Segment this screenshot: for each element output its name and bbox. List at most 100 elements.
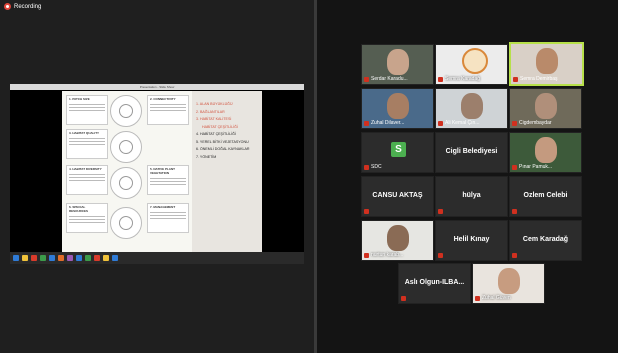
muted-mic-icon [512, 120, 517, 126]
slide-circle [110, 95, 142, 127]
slide-card: 1. PATCH SIZE [66, 95, 108, 125]
participant-video [497, 268, 520, 294]
slide-list-item: 7. YÖNETİM [196, 154, 217, 159]
organization-logo-icon [462, 48, 488, 74]
muted-indicator [512, 209, 517, 214]
participant-tile[interactable]: nurtun karab... [361, 220, 434, 261]
participant-name: Cigli Belediyesi [445, 148, 498, 155]
participant-video [386, 93, 409, 119]
shared-screen: Presentation - Slide Show 1. PATCH SIZE … [10, 84, 304, 264]
participant-name: Ali Kemal Çın... [438, 120, 479, 126]
participant-tile[interactable]: CANSU AKTAŞ [361, 176, 434, 217]
muted-indicator [401, 296, 406, 301]
participant-video [386, 225, 409, 251]
participant-tile[interactable]: Aslı Olgun-ILBA... [398, 263, 471, 304]
participant-video [535, 48, 558, 74]
muted-mic-icon [364, 209, 369, 214]
participant-tile[interactable]: hülya [435, 176, 508, 217]
slide-circle [110, 207, 142, 239]
slide-circle [110, 131, 142, 163]
participant-gallery: Serdar Karadu... Semra Karadağ Semra Dem… [317, 0, 618, 353]
slide-card: 2. CONNECTIVITY [147, 95, 189, 125]
muted-indicator [512, 253, 517, 258]
participant-tile[interactable]: Pınar Pamuk... [509, 132, 582, 173]
participant-tile[interactable]: Helil Kınay [435, 220, 508, 261]
participant-video [534, 137, 557, 163]
screen-share-area: Recording Presentation - Slide Show 1. P… [0, 0, 314, 353]
slide-card: 6. SPECIAL RESOURCES [66, 203, 108, 233]
app-icon[interactable] [112, 255, 118, 261]
participant-tile-active-speaker[interactable]: Semra Demirbaş [509, 42, 584, 86]
participant-tile[interactable]: Ali Kemal Çın... [435, 88, 508, 129]
taskbar [10, 252, 304, 264]
slide-list-item: 2. BAĞLANTILAR [196, 109, 225, 114]
participant-video [534, 93, 557, 119]
window-title: Presentation - Slide Show [10, 84, 304, 90]
participant-name: Pınar Pamuk... [512, 164, 552, 170]
participant-tile[interactable]: Zuhal Dilaver... [361, 88, 434, 129]
muted-mic-icon [512, 164, 517, 170]
muted-mic-icon [512, 209, 517, 214]
muted-mic-icon [364, 120, 369, 126]
muted-mic-icon [364, 164, 369, 170]
participant-video [460, 93, 483, 119]
slide-card: 4. HABITAT DIVERSITY [66, 165, 108, 195]
app-icon[interactable] [103, 255, 109, 261]
muted-mic-icon [438, 253, 443, 258]
participant-name: SDC [364, 164, 382, 170]
app-icon[interactable] [85, 255, 91, 261]
participant-name: hülya [462, 192, 481, 199]
participant-name: Aslı Olgun-ILBA... [404, 279, 465, 286]
app-icon[interactable] [67, 255, 73, 261]
muted-indicator [364, 209, 369, 214]
slide-card: 3. HABITAT QUALITY [66, 129, 108, 159]
app-icon[interactable] [58, 255, 64, 261]
participant-tile[interactable]: Zuhal Güven [472, 263, 545, 304]
muted-mic-icon [513, 76, 518, 82]
slide-list-item: 4. HABİTAT ÇEŞİTLİLİĞİ [196, 132, 236, 136]
participant-name: Cigdembaydar [512, 120, 552, 126]
participant-tile[interactable]: Ozlem Celebi [509, 176, 582, 217]
slide-list-item: 6. ÖNEMLİ DOĞAL KAYNAKLAR [196, 147, 250, 151]
participant-name: Zuhal Güven [475, 295, 511, 301]
slide-diagram: 1. PATCH SIZE 2. CONNECTIVITY 3. HABITAT… [62, 91, 193, 252]
muted-indicator [438, 209, 443, 214]
app-icon[interactable] [76, 255, 82, 261]
muted-mic-icon [475, 295, 480, 301]
participant-name: Helil Kınay [453, 236, 490, 243]
slide-document: 1. PATCH SIZE 2. CONNECTIVITY 3. HABITAT… [62, 91, 262, 252]
participant-video [386, 49, 409, 75]
record-icon [4, 3, 11, 10]
slide-card: 5. NATIVE PLANT VEGETATION [147, 165, 189, 195]
app-icon[interactable] [31, 255, 37, 261]
app-icon[interactable] [94, 255, 100, 261]
participant-tile[interactable]: S SDC [361, 132, 434, 173]
start-icon[interactable] [13, 255, 19, 261]
slide-circle [110, 167, 142, 199]
slide-list-item: HABİTAT ÇEŞİTLİLİĞİ [202, 124, 238, 129]
muted-mic-icon [364, 76, 369, 82]
folder-icon[interactable] [22, 255, 28, 261]
muted-mic-icon [512, 253, 517, 258]
slide-list-item: 3. HABİTAT KALİTESİ [196, 117, 232, 121]
participant-tile[interactable]: Serdar Karadu... [361, 44, 434, 85]
muted-mic-icon [438, 76, 443, 82]
slide-card: 7. MANAGEMENT [147, 203, 189, 233]
muted-mic-icon [438, 209, 443, 214]
app-icon[interactable] [40, 255, 46, 261]
participant-tile[interactable]: Semra Karadağ [435, 44, 508, 85]
slide-list-panel: 1. ALAN BÜYÜKLÜĞÜ 2. BAĞLANTILAR 3. HABİ… [192, 91, 262, 252]
participant-name: Semra Demirbaş [513, 76, 558, 82]
slide-list-item: 1. ALAN BÜYÜKLÜĞÜ [196, 102, 233, 106]
participant-name: nurtun karab... [364, 252, 403, 258]
participant-name: Semra Karadağ [438, 76, 480, 82]
participant-tile[interactable]: Cigli Belediyesi [435, 132, 508, 173]
participant-name: Zuhal Dilaver... [364, 120, 404, 126]
participant-tile[interactable]: Cem Karadağ [509, 220, 582, 261]
muted-mic-icon [438, 120, 443, 126]
participant-tile[interactable]: Cigdembaydar [509, 88, 582, 129]
participant-name: Ozlem Celebi [523, 192, 568, 199]
muted-indicator [438, 253, 443, 258]
app-icon[interactable] [49, 255, 55, 261]
participant-name: CANSU AKTAŞ [372, 192, 423, 199]
